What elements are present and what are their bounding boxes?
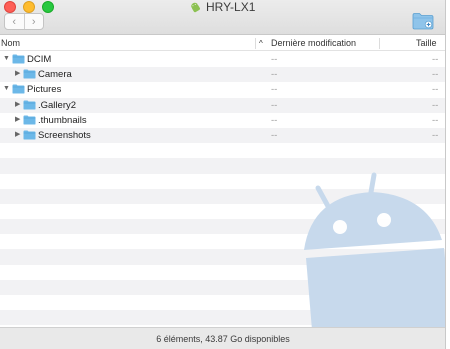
close-button[interactable] [4, 1, 16, 13]
list-item[interactable]: ▶ .Gallery2 -- -- [0, 97, 445, 113]
list-item[interactable]: ▶ Camera -- -- [0, 67, 445, 83]
column-modified-header[interactable]: Dernière modification [271, 38, 356, 48]
title-bar[interactable]: HRY-LX1 ‹ › [0, 0, 445, 35]
android-logo-watermark-icon [304, 172, 445, 330]
maximize-button[interactable] [42, 1, 54, 13]
window-title-text: HRY-LX1 [206, 0, 256, 14]
folder-icon [23, 69, 36, 79]
chevron-right-icon: › [31, 15, 36, 28]
item-modified: -- [271, 129, 278, 141]
item-name: Camera [38, 69, 72, 81]
item-name: Pictures [27, 84, 62, 96]
item-modified: -- [271, 54, 278, 65]
folder-icon [12, 54, 25, 64]
column-divider[interactable] [379, 38, 380, 49]
finder-window: HRY-LX1 ‹ › Nom ^ Dernière modification … [0, 0, 446, 349]
folder-icon [12, 84, 25, 94]
item-name: Screenshots [38, 129, 91, 141]
history-nav: ‹ › [4, 13, 44, 30]
folder-icon [23, 130, 36, 140]
item-name: DCIM [27, 54, 52, 65]
item-size: -- [432, 99, 439, 111]
item-name: .thumbnails [38, 114, 87, 126]
status-bar: 6 éléments, 43.87 Go disponibles [0, 327, 445, 349]
item-size: -- [432, 54, 439, 65]
item-size: -- [432, 69, 439, 81]
minimize-button[interactable] [23, 1, 35, 13]
item-modified: -- [271, 84, 278, 96]
item-modified: -- [271, 114, 278, 126]
item-modified: -- [271, 69, 278, 81]
disclosure-triangle-expanded-icon[interactable]: ▼ [3, 55, 10, 63]
item-size: -- [432, 84, 439, 96]
folder-icon [23, 100, 36, 110]
item-modified: -- [271, 99, 278, 111]
item-name: .Gallery2 [38, 99, 77, 111]
column-divider[interactable] [255, 38, 256, 49]
folder-icon [23, 115, 36, 125]
column-name-header[interactable]: Nom [1, 38, 20, 48]
disclosure-triangle-collapsed-icon[interactable]: ▶ [15, 70, 22, 78]
item-size: -- [432, 129, 439, 141]
item-size: -- [432, 114, 439, 126]
column-header: Nom ^ Dernière modification Taille [0, 36, 445, 51]
list-item[interactable]: ▶ Screenshots -- -- [0, 127, 445, 144]
sort-chevron-up-icon: ^ [259, 39, 263, 48]
disclosure-triangle-expanded-icon[interactable]: ▼ [3, 85, 10, 93]
forward-button[interactable]: › [23, 14, 44, 29]
chevron-left-icon: ‹ [12, 15, 17, 28]
disclosure-triangle-collapsed-icon[interactable]: ▶ [15, 101, 22, 109]
list-item[interactable]: ▶ .thumbnails -- -- [0, 112, 445, 128]
disclosure-triangle-collapsed-icon[interactable]: ▶ [15, 116, 22, 124]
column-size-header[interactable]: Taille [416, 38, 437, 48]
android-device-icon [191, 2, 200, 12]
status-text: 6 éléments, 43.87 Go disponibles [156, 333, 290, 344]
empty-row [0, 143, 445, 159]
list-item[interactable]: ▼ Pictures -- -- [0, 82, 445, 98]
list-item[interactable]: ▼ DCIM -- -- [0, 52, 445, 68]
window-title: HRY-LX1 [190, 0, 255, 14]
disclosure-triangle-collapsed-icon[interactable]: ▶ [15, 131, 22, 139]
folder-plus-icon [412, 13, 434, 30]
back-button[interactable]: ‹ [5, 14, 24, 29]
new-folder-button[interactable] [412, 12, 434, 30]
